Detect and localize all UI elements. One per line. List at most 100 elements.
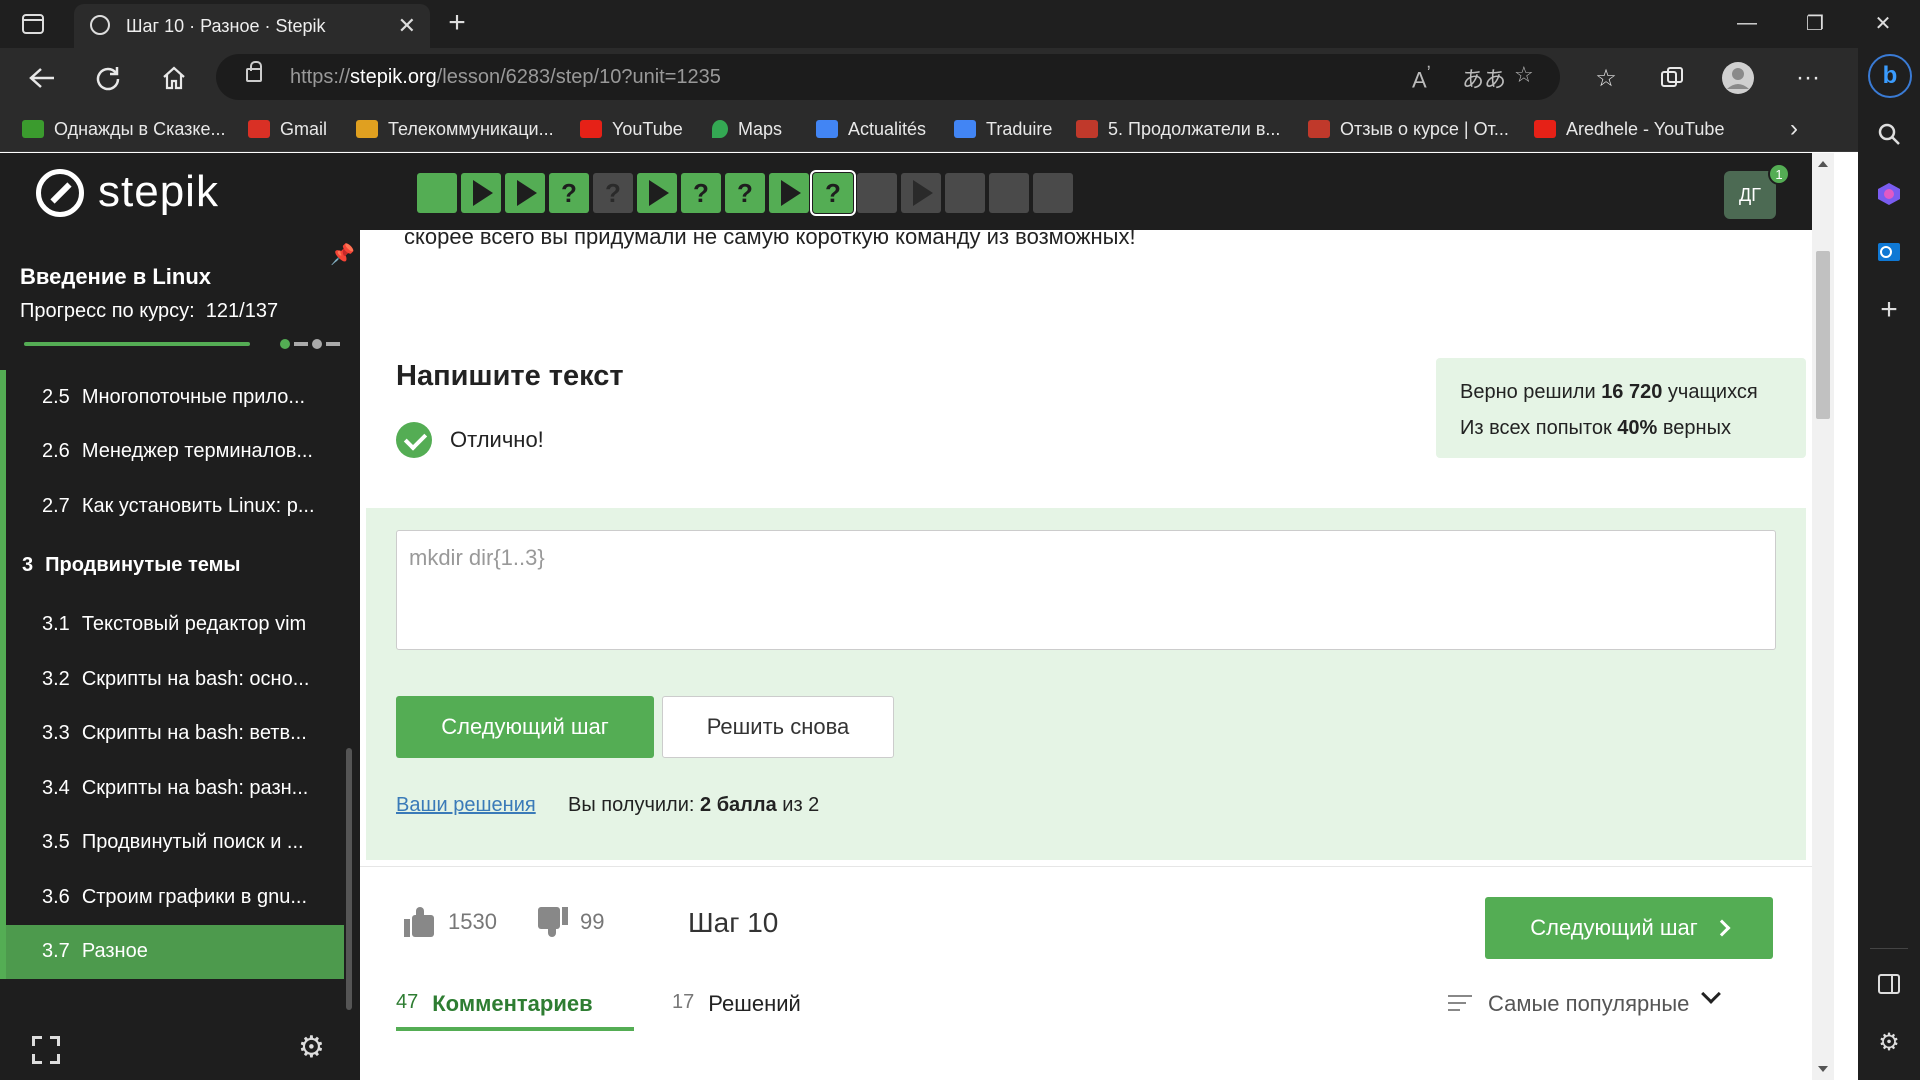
lesson-item[interactable]: 2.6 Менеджер терминалов...: [0, 424, 344, 479]
tab-solutions[interactable]: 17 Решений: [672, 991, 801, 1017]
profile-avatar-icon[interactable]: [1718, 58, 1758, 98]
lesson-title: Многопоточные прило...: [81, 385, 306, 408]
active-tab-indicator: [396, 1027, 634, 1031]
lesson-title: Продвинутые темы: [45, 554, 241, 576]
step-4[interactable]: ?: [549, 173, 589, 213]
close-window-icon[interactable]: ✕: [1860, 6, 1906, 40]
step-3[interactable]: [505, 173, 545, 213]
collections-icon[interactable]: [1652, 58, 1692, 98]
lesson-item[interactable]: 3.6 Строим графики в gnu...: [0, 870, 344, 925]
bookmark-3-label: Телекоммуникаци...: [388, 118, 554, 139]
page-scrollbar[interactable]: [1812, 153, 1834, 1080]
your-solutions-link[interactable]: Ваши решения: [396, 794, 536, 817]
scroll-up-icon[interactable]: [1818, 161, 1828, 167]
sort-select[interactable]: Самые популярные: [1488, 991, 1689, 1017]
read-aloud-icon[interactable]: Aʼ: [1412, 62, 1431, 93]
browser-tab-active[interactable]: Шаг 10 · Разное · Stepik ✕: [74, 4, 430, 48]
next-step-button[interactable]: Следующий шаг: [396, 696, 654, 758]
step-7[interactable]: ?: [681, 173, 721, 213]
tab-comments[interactable]: 47 Комментариев: [396, 991, 593, 1017]
sort-icon[interactable]: [1448, 995, 1472, 1013]
bookmarks-overflow-chevron-icon[interactable]: ›: [1790, 115, 1798, 142]
tab-actions-icon[interactable]: [18, 10, 48, 38]
url-bar[interactable]: https://stepik.org/lesson/6283/step/10?u…: [216, 54, 1560, 100]
lock-icon[interactable]: [246, 61, 262, 82]
step-9[interactable]: [769, 173, 809, 213]
lesson-item[interactable]: 3.5 Продвинутый поиск и ...: [0, 815, 344, 870]
step-14[interactable]: [989, 173, 1029, 213]
step-5[interactable]: ?: [593, 173, 633, 213]
like-button[interactable]: 1530: [404, 907, 497, 937]
answer-textarea[interactable]: mkdir dir{1..3}: [396, 530, 1776, 650]
bookmark-traduire[interactable]: Traduire: [954, 116, 1052, 142]
step-6[interactable]: [637, 173, 677, 213]
favorites-icon[interactable]: ☆: [1586, 58, 1626, 98]
bookmark-9[interactable]: Отзыв о курсе | От...: [1308, 116, 1509, 142]
notification-badge[interactable]: 1: [1768, 163, 1790, 185]
step-10[interactable]: ?: [810, 170, 856, 216]
pin-icon[interactable]: 📌: [330, 242, 355, 267]
scroll-down-icon[interactable]: [1818, 1066, 1828, 1072]
more-menu-icon[interactable]: ···: [1788, 58, 1828, 98]
restore-icon[interactable]: ❐: [1792, 6, 1838, 40]
minimize-icon[interactable]: —: [1724, 6, 1770, 40]
outlook-icon[interactable]: [1873, 236, 1905, 268]
scrollbar-thumb[interactable]: [1816, 251, 1830, 419]
step-15[interactable]: [1033, 173, 1073, 213]
bing-copilot-icon[interactable]: b: [1868, 54, 1912, 98]
copilot-icon[interactable]: [1873, 178, 1905, 210]
step-11[interactable]: [857, 173, 897, 213]
progress-label: Прогресс по курсу:: [20, 300, 195, 322]
bookmark-youtube[interactable]: YouTube: [580, 116, 683, 142]
step-1[interactable]: [417, 173, 457, 213]
stepik-logo-text[interactable]: stepik: [98, 167, 219, 217]
next-step-button-footer[interactable]: Следующий шаг: [1485, 897, 1773, 959]
dislike-button[interactable]: 99: [536, 907, 604, 937]
progress-value: 121/137: [205, 300, 279, 322]
bookmark-gmail[interactable]: Gmail: [248, 116, 327, 142]
lesson-item[interactable]: 2.7 Как установить Linux: р...: [0, 479, 344, 534]
bookmark-maps[interactable]: Maps: [712, 116, 782, 142]
close-tab-icon[interactable]: ✕: [398, 13, 416, 39]
bookmark-3[interactable]: Телекоммуникаци...: [356, 116, 554, 142]
step-text: скорее всего вы придумали не самую корот…: [404, 230, 1136, 249]
home-icon[interactable]: [154, 58, 194, 98]
retry-button[interactable]: Решить снова: [662, 696, 894, 758]
back-icon[interactable]: [22, 58, 62, 98]
sidebar-scrollbar[interactable]: [346, 748, 352, 1010]
step-12[interactable]: [901, 173, 941, 213]
new-tab-icon[interactable]: +: [442, 6, 472, 39]
lesson-item[interactable]: 3.3 Скрипты на bash: ветв...: [0, 706, 344, 761]
url-text[interactable]: https://stepik.org/lesson/6283/step/10?u…: [290, 66, 721, 89]
step-8[interactable]: ?: [725, 173, 765, 213]
bookmark-8[interactable]: 5. Продолжатели в...: [1076, 116, 1280, 142]
google-translate-icon: [954, 120, 976, 138]
course-title[interactable]: Введение в Linux: [20, 264, 211, 290]
lesson-item[interactable]: 2.5 Многопоточные прило...: [0, 370, 344, 425]
module-item[interactable]: 3 Продвинутые темы: [0, 533, 344, 598]
stepik-logo-icon[interactable]: [36, 169, 84, 217]
lesson-item[interactable]: 3.7 Разное: [0, 924, 344, 979]
lesson-item[interactable]: 3.4 Скрипты на bash: разн...: [0, 761, 344, 816]
sidebar-toggle-icon[interactable]: [1873, 968, 1905, 1000]
bookmark-1[interactable]: Однажды в Сказке...: [22, 116, 226, 142]
bookmark-aredhele[interactable]: Aredhele - YouTube: [1534, 116, 1724, 142]
bookmark-actualites[interactable]: Actualités: [816, 116, 926, 142]
add-favorite-icon[interactable]: ☆: [1514, 62, 1534, 88]
add-sidebar-app-icon[interactable]: +: [1873, 293, 1905, 326]
lesson-item[interactable]: 3.2 Скрипты на bash: осно...: [0, 652, 344, 707]
fullscreen-icon[interactable]: [32, 1036, 60, 1064]
lesson-item[interactable]: 3.1 Текстовый редактор vim: [0, 597, 344, 652]
edge-settings-icon[interactable]: ⚙: [1873, 1026, 1905, 1058]
reload-icon[interactable]: [88, 58, 128, 98]
gear-icon[interactable]: ⚙: [298, 1030, 325, 1065]
thumbs-up-icon: [404, 907, 436, 937]
bookmark-actualites-label: Actualités: [848, 118, 927, 139]
stepik-favicon-icon: [90, 15, 110, 35]
lesson-number: 2.5: [42, 385, 70, 408]
step-13[interactable]: [945, 173, 985, 213]
chevron-down-icon[interactable]: [1701, 984, 1721, 1004]
search-icon[interactable]: [1873, 118, 1905, 150]
translate-icon[interactable]: ああ: [1462, 62, 1506, 94]
step-2[interactable]: [461, 173, 501, 213]
